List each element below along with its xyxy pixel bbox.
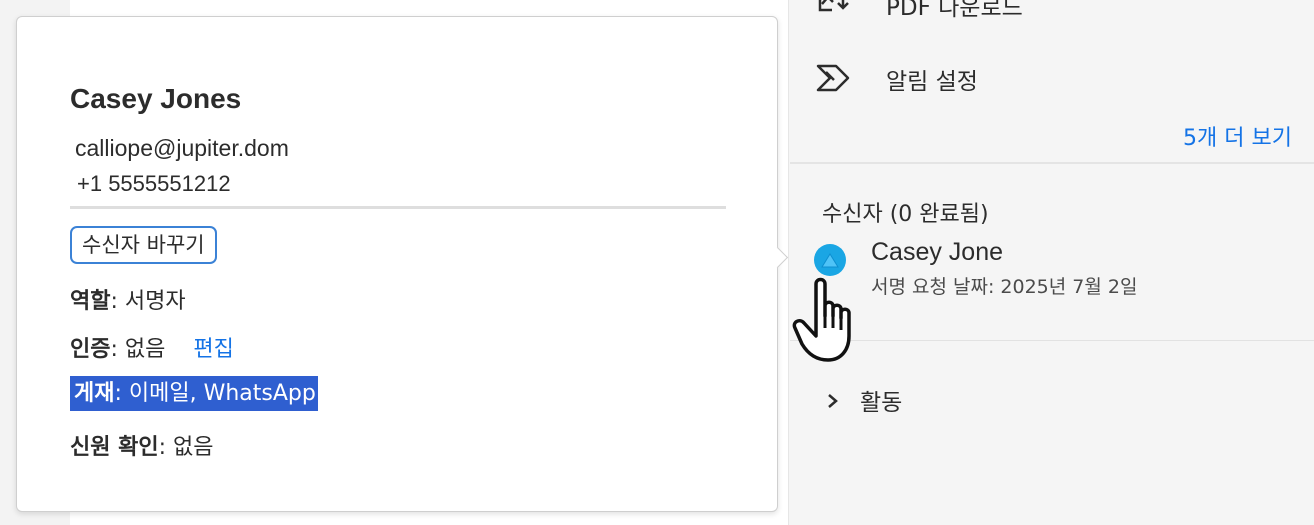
authentication-row: 인증: 없음 편집 <box>70 331 234 363</box>
hand-pointer-cursor-icon <box>792 277 851 362</box>
authentication-value: : 없음 <box>110 337 166 362</box>
role-value: : 서명자 <box>110 289 186 314</box>
activity-label: 활동 <box>860 390 903 416</box>
recipient-phone: +1 5555551212 <box>77 171 231 196</box>
recipient-details-popover: Casey Jones calliope@jupiter.dom +1 5555… <box>16 16 778 512</box>
chevron-right-icon <box>826 390 846 416</box>
divider <box>790 340 1314 341</box>
edit-authentication-link[interactable]: 편집 <box>193 337 233 362</box>
delivery-label: 게재 <box>74 381 115 406</box>
role-label: 역할 <box>70 289 111 314</box>
divider <box>790 162 1314 164</box>
notification-settings-icon <box>816 62 852 96</box>
recipient-name[interactable]: Casey Jone <box>871 238 1003 267</box>
recipient-full-name: Casey Jones <box>70 83 242 114</box>
side-panel <box>788 0 1314 525</box>
popover-divider <box>70 206 726 209</box>
pdf-download-label: PDF 다운로드 <box>886 0 1023 21</box>
pdf-download-icon <box>816 0 852 22</box>
recipient-avatar[interactable] <box>814 244 846 276</box>
identity-check-label: 신원 확인 <box>70 435 159 460</box>
authentication-label: 인증 <box>70 337 111 362</box>
identity-check-value: : 없음 <box>158 435 214 460</box>
show-more-link[interactable]: 5개 더 보기 <box>1183 120 1292 152</box>
avatar-icon <box>821 253 839 268</box>
change-recipient-button[interactable]: 수신자 바꾸기 <box>70 226 217 264</box>
delivery-selection: 게재: 이메일, WhatsApp <box>70 376 318 411</box>
role-row: 역할: 서명자 <box>70 283 186 315</box>
notification-settings-label: 알림 설정 <box>886 69 978 95</box>
activity-section-toggle[interactable]: 활동 <box>826 383 902 417</box>
recipient-request-date: 서명 요청 날짜: 2025년 7월 2일 <box>871 276 1138 298</box>
identity-check-row: 신원 확인: 없음 <box>70 429 214 461</box>
delivery-row: 게재: 이메일, WhatsApp <box>70 375 318 411</box>
recipients-heading: 수신자 (0 완료됨) <box>822 202 989 227</box>
recipient-email: calliope@jupiter.dom <box>75 135 289 161</box>
delivery-value: : 이메일, WhatsApp <box>114 381 316 406</box>
